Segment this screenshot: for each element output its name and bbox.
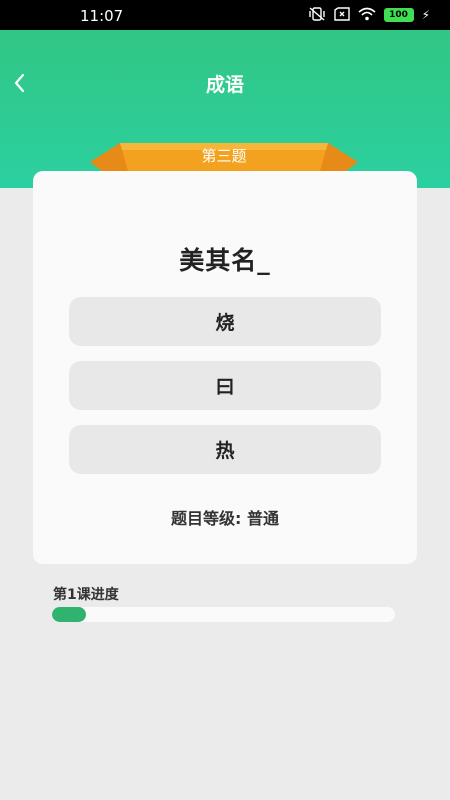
question-number: 第三题 xyxy=(201,147,247,165)
option-button[interactable]: 曰 xyxy=(69,361,381,410)
screen: 11:07 100 ⚡ 成语 美其名_ 烧 曰 热 题目等级: 普通 第三题 第… xyxy=(0,0,450,800)
progress-label: 第1课进度 xyxy=(53,587,119,603)
question-text: 美其名_ xyxy=(179,246,271,275)
sim-x-icon xyxy=(333,6,350,25)
option-button[interactable]: 热 xyxy=(69,425,381,474)
progress-bar xyxy=(52,607,395,622)
status-icons: 100 ⚡ xyxy=(308,6,430,25)
wifi-icon xyxy=(358,6,376,25)
page-title: 成语 xyxy=(205,74,244,96)
vibrate-off-icon xyxy=(308,6,326,25)
progress-fill xyxy=(52,607,87,622)
option-button[interactable]: 烧 xyxy=(69,297,381,346)
status-bar: 11:07 100 ⚡ xyxy=(0,0,450,30)
charging-icon: ⚡ xyxy=(421,8,430,22)
question-level: 题目等级: 普通 xyxy=(171,509,279,528)
question-number-ribbon: 第三题 xyxy=(90,140,358,172)
battery-icon: 100 xyxy=(383,8,414,22)
status-time: 11:07 xyxy=(80,7,124,25)
question-card: 美其名_ 烧 曰 热 题目等级: 普通 xyxy=(33,171,417,564)
